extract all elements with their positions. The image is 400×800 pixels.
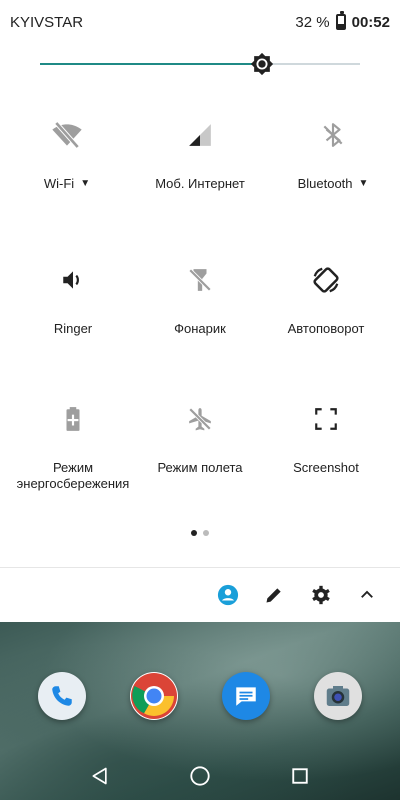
- tile-label: Wi-Fi: [43, 176, 75, 191]
- camera-icon: [326, 686, 350, 706]
- tile-label: Режим энергосбережения: [16, 460, 130, 491]
- clock: 00:52: [351, 13, 390, 31]
- account-icon: [217, 584, 239, 606]
- tile-mobile-data[interactable]: Моб. Интернет: [135, 110, 265, 192]
- settings-button[interactable]: [306, 580, 336, 610]
- tile-label: Ringer: [53, 321, 93, 336]
- tile-battery-saver[interactable]: Режим энергосбережения: [8, 394, 138, 492]
- bluetooth-off-icon: [323, 123, 343, 147]
- dropdown-caret-icon[interactable]: ▼: [80, 176, 90, 192]
- settings-icon: [312, 585, 330, 605]
- tile-auto-rotate[interactable]: Автоповорот: [261, 255, 391, 337]
- tile-label: Моб. Интернет: [155, 176, 245, 191]
- camera-app[interactable]: [314, 672, 362, 720]
- tile-label: Режим полета: [157, 460, 243, 475]
- messages-app[interactable]: [222, 672, 270, 720]
- carrier-name: KYIVSTAR: [10, 13, 84, 31]
- battery-icon: [335, 11, 346, 30]
- status-right: 32 % 00:52: [295, 11, 390, 31]
- phone-icon: [52, 686, 72, 706]
- page-dot-active[interactable]: [191, 530, 197, 536]
- page-dot[interactable]: [203, 530, 209, 536]
- collapse-icon: [361, 590, 373, 598]
- tile-label: Bluetooth: [297, 176, 353, 191]
- brightness-track-fill: [40, 63, 263, 65]
- tile-label: Фонарик: [174, 321, 226, 336]
- wifi-off-icon: [52, 121, 82, 149]
- flashlight-off-icon: [188, 268, 212, 292]
- recents-icon: [292, 768, 308, 784]
- phone-app[interactable]: [38, 672, 86, 720]
- dropdown-caret-icon[interactable]: ▼: [359, 176, 369, 192]
- back-icon: [92, 767, 107, 785]
- app-dock: [0, 672, 400, 728]
- edit-icon: [266, 588, 281, 603]
- brightness-icon: [251, 52, 274, 76]
- collapse-button[interactable]: [352, 580, 382, 610]
- home-icon: [190, 766, 210, 786]
- airplane-mode-off-icon: [188, 407, 212, 431]
- back-button[interactable]: [88, 764, 112, 788]
- brightness-slider[interactable]: [40, 52, 360, 76]
- tile-wifi[interactable]: Wi-Fi ▼: [2, 110, 132, 192]
- home-button[interactable]: [188, 764, 212, 788]
- quick-settings-footer: [0, 567, 400, 622]
- battery-percent: 32 %: [295, 13, 330, 31]
- chrome-app[interactable]: [130, 672, 178, 720]
- messages-icon: [236, 687, 256, 706]
- tile-ringer[interactable]: Ringer: [8, 255, 138, 337]
- edit-button[interactable]: [259, 580, 289, 610]
- status-bar: KYIVSTAR 32 % 00:52: [0, 0, 400, 44]
- navigation-bar: [0, 752, 400, 800]
- brightness-thumb[interactable]: [250, 52, 274, 76]
- tile-screenshot[interactable]: Screenshot: [261, 394, 391, 476]
- cellular-signal-icon: [189, 124, 211, 146]
- tile-label: Автоповорот: [287, 321, 365, 336]
- tile-airplane-mode[interactable]: Режим полета: [135, 394, 265, 476]
- tile-label: Screenshot: [293, 460, 359, 475]
- chrome-icon: [131, 673, 177, 719]
- page-indicator: [0, 530, 400, 540]
- recents-button[interactable]: [288, 764, 312, 788]
- battery-saver-icon: [66, 407, 80, 431]
- tile-bluetooth[interactable]: Bluetooth ▼: [268, 110, 398, 192]
- account-button[interactable]: [213, 580, 243, 610]
- auto-rotate-icon: [313, 267, 339, 293]
- volume-icon: [63, 271, 79, 289]
- screenshot-icon: [315, 408, 337, 430]
- tile-flashlight[interactable]: Фонарик: [135, 255, 265, 337]
